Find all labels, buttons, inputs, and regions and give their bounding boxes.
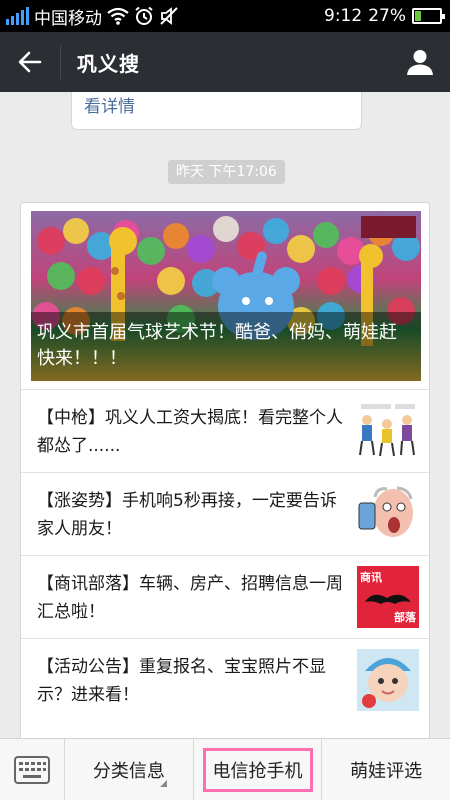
battery-icon	[412, 8, 445, 24]
cartoon-people-thumbnail	[357, 400, 419, 462]
mustache-logo-thumbnail: 商讯 部落	[357, 566, 419, 628]
keyboard-toggle-button[interactable]	[0, 739, 65, 800]
news-card: 巩义市首届气球艺术节！酷爸、俏妈、萌娃赶快来！！！ 【中枪】巩义人工资大揭底！看…	[20, 202, 430, 738]
news-item-title: 【中枪】巩义人工资大揭底！看完整个人都怂了......	[37, 408, 343, 456]
clock: 9:12	[324, 6, 363, 26]
news-item-title: 【商讯部落】车辆、房产、招聘信息一周汇总啦！	[37, 574, 343, 622]
wifi-icon	[107, 7, 129, 25]
title-divider	[60, 45, 61, 79]
person-icon	[407, 50, 433, 75]
news-item-title: 【涨姿势】手机响5秒再接，一定要告诉家人朋友！	[37, 491, 337, 539]
news-item[interactable]: 【涨姿势】手机响5秒再接，一定要告诉家人朋友！	[21, 472, 429, 555]
menu-category-info[interactable]: 分类信息	[65, 739, 194, 800]
chat-area: 看详情 昨天 下午17:06 巩义市首届气球艺术节！酷爸、俏妈、萌娃赶快来！！！…	[0, 92, 450, 738]
baby-photo-thumbnail	[357, 649, 419, 711]
news-item[interactable]: 【商讯部落】车辆、房产、招聘信息一周汇总啦！ 商讯 部落	[21, 555, 429, 638]
submenu-indicator-icon	[159, 780, 167, 787]
menu-baby-vote[interactable]: 萌娃评选	[322, 739, 450, 800]
page-title: 巩义搜	[77, 51, 140, 76]
thumb-label-bottom: 部落	[394, 611, 416, 624]
battery-percent: 27%	[368, 6, 406, 26]
menu-telecom-phone[interactable]: 电信抢手机	[194, 739, 323, 800]
menu-label: 萌娃评选	[350, 761, 423, 782]
bottom-menu: 分类信息 电信抢手机 萌娃评选	[0, 738, 450, 800]
carrier-label: 中国移动	[34, 8, 102, 29]
news-item[interactable]: 【活动公告】重复报名、宝宝照片不显示？进来看！	[21, 638, 429, 721]
mute-icon	[160, 7, 178, 25]
hero-article[interactable]: 巩义市首届气球艺术节！酷爸、俏妈、萌娃赶快来！！！	[31, 211, 421, 381]
menu-label: 电信抢手机	[202, 748, 313, 792]
previous-message-card[interactable]: 看详情	[71, 92, 362, 130]
news-item-title: 【活动公告】重复报名、宝宝照片不显示？进来看！	[37, 657, 326, 705]
alarm-icon	[135, 6, 153, 25]
back-button[interactable]	[0, 32, 60, 92]
title-bar: 巩义搜	[0, 32, 450, 92]
surprised-man-thumbnail	[357, 483, 419, 545]
message-timestamp: 昨天 下午17:06	[168, 160, 285, 184]
back-arrow-icon	[18, 51, 42, 73]
profile-button[interactable]	[390, 32, 450, 92]
news-item[interactable]: 【中枪】巩义人工资大揭底！看完整个人都怂了......	[21, 389, 429, 472]
signal-icon	[6, 7, 29, 25]
keyboard-icon	[14, 756, 50, 784]
hero-title: 巩义市首届气球艺术节！酷爸、俏妈、萌娃赶快来！！！	[31, 312, 421, 381]
status-bar: 中国移动 9:12 27%	[0, 0, 450, 32]
battery-fill	[415, 11, 422, 21]
menu-label: 分类信息	[92, 761, 165, 782]
view-details-link[interactable]: 看详情	[84, 92, 135, 117]
